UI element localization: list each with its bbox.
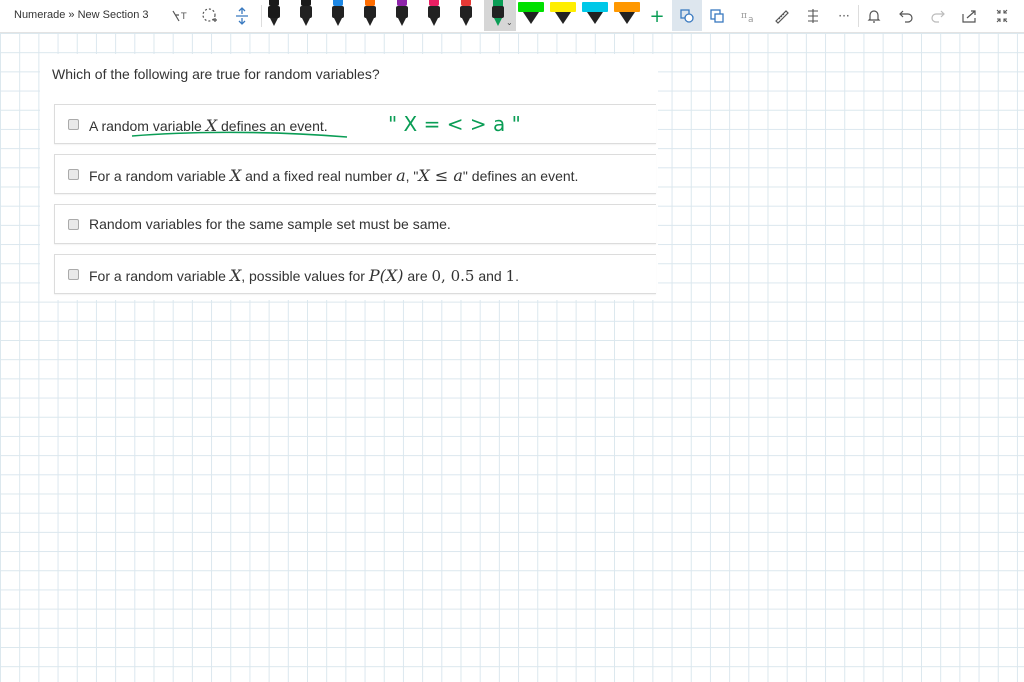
bell-icon[interactable]: [862, 4, 886, 28]
option-3[interactable]: Random variables for the same sample set…: [54, 204, 656, 244]
option-checkbox[interactable]: [68, 219, 79, 230]
highlighter-green-icon[interactable]: [518, 0, 544, 28]
highlighter-cyan-icon[interactable]: [582, 0, 608, 28]
lasso-select-icon[interactable]: [198, 4, 222, 28]
pen-red-icon[interactable]: [458, 0, 474, 30]
svg-text:a: a: [748, 15, 754, 24]
option-checkbox[interactable]: [68, 269, 79, 280]
undo-icon[interactable]: [894, 4, 918, 28]
option-checkbox[interactable]: [68, 119, 79, 130]
lasso-text-icon[interactable]: T: [168, 4, 192, 28]
add-pen-icon[interactable]: +: [645, 4, 669, 28]
option-checkbox[interactable]: [68, 169, 79, 180]
svg-text:π: π: [741, 11, 747, 21]
toolbar-divider: [261, 5, 262, 27]
option-4[interactable]: For a random variable X, possible values…: [54, 254, 656, 294]
more-icon[interactable]: ···: [832, 4, 856, 28]
question-prompt: Which of the following are true for rand…: [52, 66, 380, 82]
option-label: For a random variable X and a fixed real…: [89, 166, 579, 185]
svg-text:T: T: [180, 12, 187, 22]
breadcrumb[interactable]: Numerade » New Section 3: [14, 9, 149, 21]
question-card: Which of the following are true for rand…: [40, 54, 658, 300]
ruler-icon[interactable]: [769, 4, 793, 28]
pen-black-icon[interactable]: [266, 0, 282, 30]
ink-to-shape-icon[interactable]: [675, 4, 699, 28]
ink-to-math-icon[interactable]: πa: [737, 4, 761, 28]
highlighter-yellow-icon[interactable]: [550, 0, 576, 28]
replay-icon[interactable]: [801, 4, 825, 28]
pen-blue-icon[interactable]: [330, 0, 346, 30]
option-2[interactable]: For a random variable X and a fixed real…: [54, 154, 656, 194]
fullscreen-icon[interactable]: [990, 4, 1014, 28]
toolbar-divider: [858, 5, 859, 27]
highlighter-orange-icon[interactable]: [614, 0, 640, 28]
share-icon[interactable]: [958, 4, 982, 28]
option-label: A random variable X defines an event.: [89, 116, 328, 135]
pen-pink-icon[interactable]: [426, 0, 442, 30]
pen-black-icon[interactable]: [298, 0, 314, 30]
insert-space-icon[interactable]: [230, 4, 254, 28]
redo-icon[interactable]: [926, 4, 950, 28]
option-label: Random variables for the same sample set…: [89, 216, 451, 232]
option-1[interactable]: A random variable X defines an event.: [54, 104, 656, 144]
option-label: For a random variable X, possible values…: [89, 266, 520, 285]
chevron-down-icon[interactable]: ⌄: [506, 18, 513, 27]
ink-to-text-icon[interactable]: [705, 4, 729, 28]
pen-green-icon[interactable]: [490, 0, 506, 30]
pen-purple-icon[interactable]: [394, 0, 410, 30]
ribbon-toolbar: Numerade » New Section 3 T ⌄ + πa ···: [0, 0, 1024, 33]
pen-orange-icon[interactable]: [362, 0, 378, 30]
pen-green-selected-bg[interactable]: ⌄: [484, 0, 516, 31]
